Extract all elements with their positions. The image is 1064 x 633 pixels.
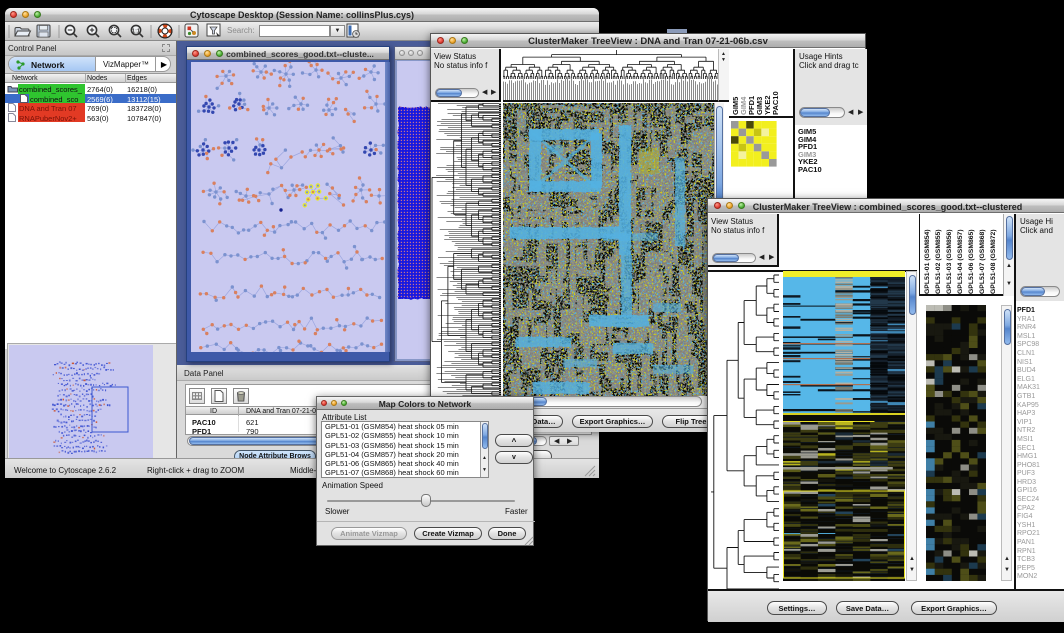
svg-text:1:1: 1:1 (132, 28, 140, 34)
svg-text:GPL51-01 (GSM854): GPL51-01 (GSM854) (924, 229, 931, 294)
svg-text:GPL51-02 (GSM855): GPL51-02 (GSM855) (935, 229, 942, 294)
svg-text:GPL51-04 (GSM857): GPL51-04 (GSM857) (957, 229, 964, 294)
svg-text:GPL51-03 (GSM856): GPL51-03 (GSM856) (946, 229, 953, 294)
svg-text:PAC10: PAC10 (771, 91, 780, 115)
svg-text:GPL51-07 (GSM868): GPL51-07 (GSM868) (979, 229, 986, 294)
svg-text:GPL51-06 (GSM865): GPL51-06 (GSM865) (968, 229, 975, 294)
svg-text:GPL51-08 (GSM872): GPL51-08 (GSM872) (990, 229, 997, 294)
